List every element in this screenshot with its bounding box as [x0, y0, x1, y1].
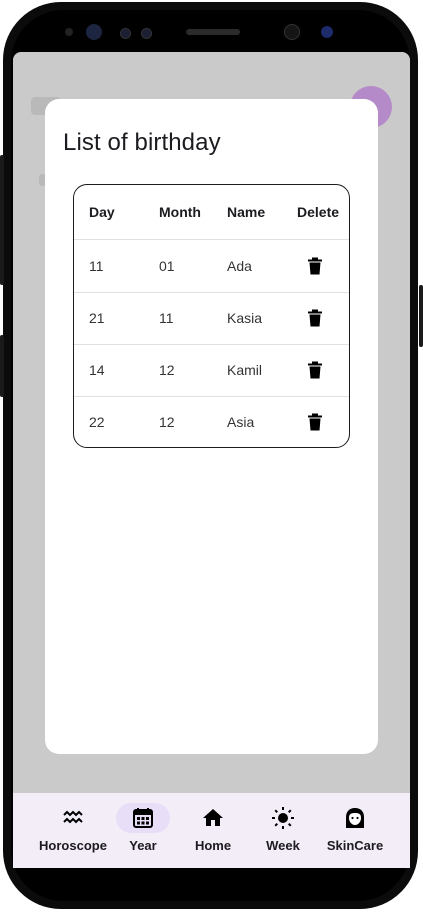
app-screen: List of birthday Day Month Name Delete 1… — [13, 52, 410, 868]
nav-item-horoscope[interactable]: Horoscope — [34, 793, 112, 868]
cell-day: 22 — [89, 414, 105, 430]
cell-month: 12 — [159, 362, 175, 378]
bottom-navigation: Horoscope Year Home Week SkinCare — [13, 793, 410, 868]
cell-month: 12 — [159, 414, 175, 430]
column-header-month: Month — [159, 204, 201, 220]
cell-name: Asia — [227, 414, 255, 430]
column-header-day: Day — [89, 204, 115, 220]
nav-label: SkinCare — [326, 838, 384, 853]
column-header-name: Name — [227, 204, 266, 220]
calendar-icon — [133, 808, 153, 828]
nav-item-week[interactable]: Week — [254, 793, 312, 868]
cell-day: 11 — [89, 258, 104, 274]
column-header-delete: Delete — [297, 204, 340, 220]
cell-month: 11 — [159, 310, 174, 326]
nav-item-home[interactable]: Home — [184, 793, 242, 868]
nav-item-year[interactable]: Year — [114, 793, 172, 868]
volume-button — [0, 155, 4, 285]
trash-icon[interactable] — [308, 257, 322, 275]
birthday-dialog: List of birthday Day Month Name Delete 1… — [45, 99, 378, 754]
cell-month: 01 — [159, 258, 175, 274]
bixby-button — [0, 335, 4, 397]
table-row: 14 12 Kamil — [74, 344, 349, 396]
dialog-title: List of birthday — [63, 129, 221, 156]
trash-icon[interactable] — [308, 361, 322, 379]
cell-day: 14 — [89, 362, 105, 378]
nav-label: Week — [266, 838, 300, 853]
birthday-table: Day Month Name Delete 11 01 Ada 21 11 Ka… — [73, 184, 350, 448]
home-icon — [203, 809, 223, 826]
table-row: 22 12 Asia — [74, 396, 349, 447]
trash-icon[interactable] — [308, 309, 322, 327]
sun-icon — [272, 807, 294, 829]
waves-icon — [63, 810, 83, 824]
table-header: Day Month Name Delete — [74, 185, 349, 239]
trash-icon[interactable] — [308, 413, 322, 431]
table-row: 21 11 Kasia — [74, 292, 349, 344]
nav-label: Horoscope — [39, 838, 107, 853]
power-button — [419, 285, 423, 347]
table-row: 11 01 Ada — [74, 240, 349, 292]
cell-name: Kasia — [227, 310, 263, 326]
cell-name: Kamil — [227, 362, 263, 378]
cell-name: Ada — [227, 258, 252, 274]
face-icon — [346, 808, 364, 828]
nav-item-skincare[interactable]: SkinCare — [324, 793, 386, 868]
cell-day: 21 — [89, 310, 105, 326]
nav-label: Year — [129, 838, 157, 853]
nav-label: Home — [194, 838, 232, 853]
